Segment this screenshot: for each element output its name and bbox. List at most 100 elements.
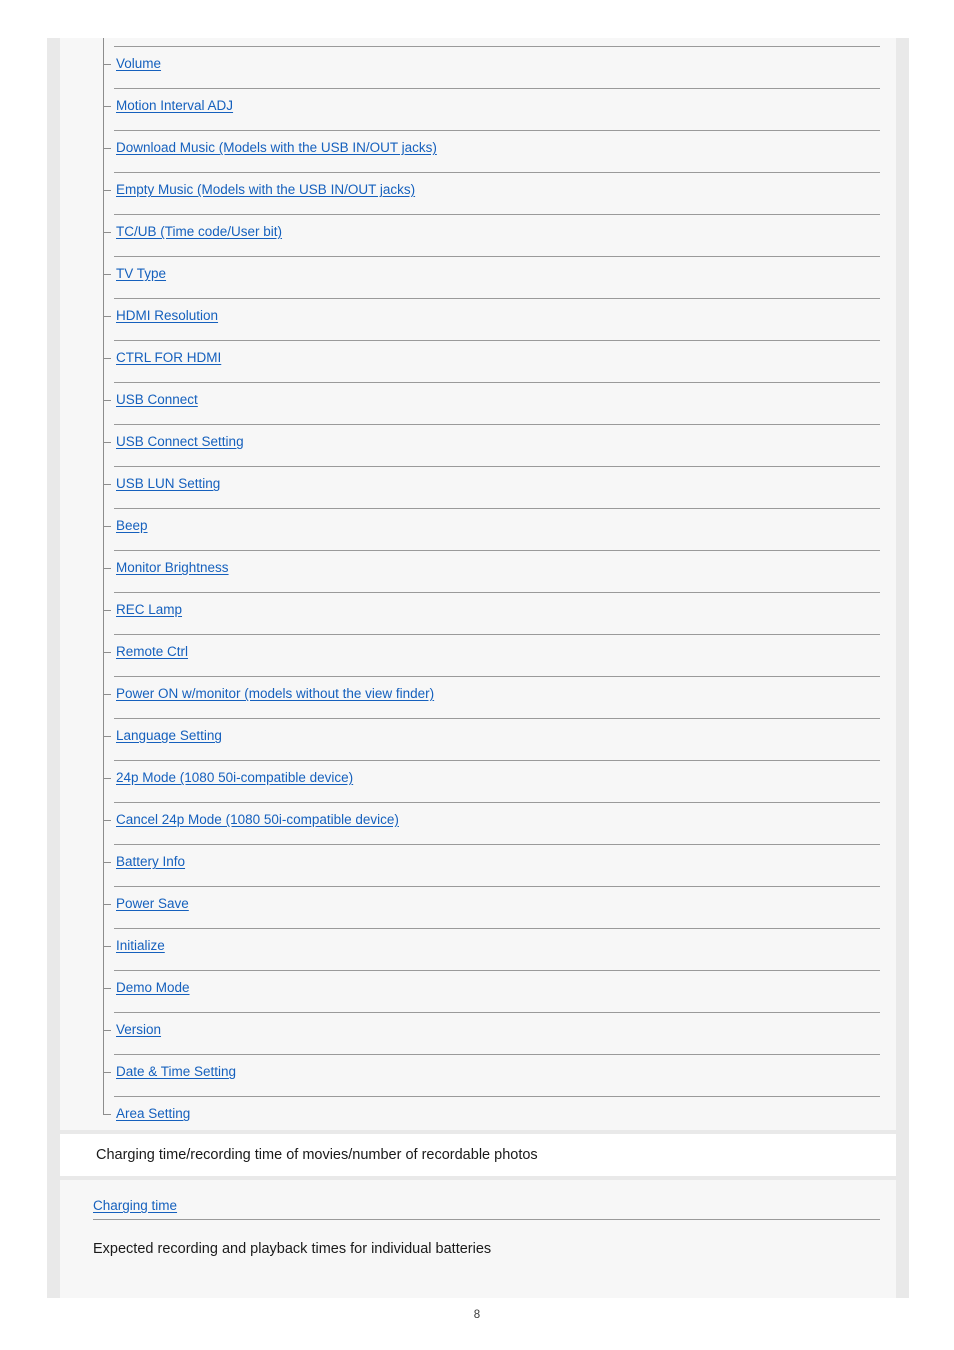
toc-item: USB LUN Setting (60, 458, 896, 500)
tree-branch-stub (103, 1072, 111, 1073)
section-note-row: Expected recording and playback times fo… (60, 1224, 896, 1268)
toc-link[interactable]: Power Save (116, 896, 189, 912)
toc-item-separator (114, 592, 880, 593)
toc-link[interactable]: Empty Music (Models with the USB IN/OUT … (116, 182, 415, 198)
tree-branch-stub (103, 442, 111, 443)
toc-item: Battery Info (60, 836, 896, 878)
section-sub-block: Charging time Expected recording and play… (60, 1180, 896, 1268)
toc-item-separator (114, 88, 880, 89)
toc-item-separator (114, 634, 880, 635)
toc-link[interactable]: Download Music (Models with the USB IN/O… (116, 140, 437, 156)
tree-branch-stub (103, 316, 111, 317)
toc-item: Cancel 24p Mode (1080 50i-compatible dev… (60, 794, 896, 836)
toc-item-separator (114, 844, 880, 845)
toc-item: Version (60, 1004, 896, 1046)
toc-link[interactable]: REC Lamp (116, 602, 182, 618)
toc-item-separator (114, 886, 880, 887)
toc-link[interactable]: CTRL FOR HDMI (116, 350, 221, 366)
toc-link[interactable]: HDMI Resolution (116, 308, 218, 324)
document-page: Volume Motion Interval ADJ Download Music … (0, 0, 954, 1350)
toc-item: 24p Mode (1080 50i-compatible device) (60, 752, 896, 794)
toc-link[interactable]: USB Connect Setting (116, 434, 244, 450)
tree-branch-stub (103, 64, 111, 65)
toc-link[interactable]: Remote Ctrl (116, 644, 188, 660)
toc-item-separator (114, 172, 880, 173)
toc-link[interactable]: Area Setting (116, 1106, 190, 1122)
toc-link[interactable]: TV Type (116, 266, 166, 282)
toc-link[interactable]: Monitor Brightness (116, 560, 229, 576)
toc-item-separator (114, 340, 880, 341)
tree-branch-stub (103, 820, 111, 821)
tree-branch-stub (103, 736, 111, 737)
toc-link[interactable]: Power ON w/monitor (models without the v… (116, 686, 434, 702)
toc-item-separator (114, 1012, 880, 1013)
toc-item: TV Type (60, 248, 896, 290)
toc-item: CTRL FOR HDMI (60, 332, 896, 374)
section-link-separator (93, 1219, 880, 1220)
toc-item-separator (114, 214, 880, 215)
tree-branch-stub (103, 148, 111, 149)
toc-item: Language Setting (60, 710, 896, 752)
tree-branch-stub (103, 694, 111, 695)
toc-link[interactable]: Beep (116, 518, 148, 534)
tree-branch-stub (103, 400, 111, 401)
toc-item: Initialize (60, 920, 896, 962)
tree-branch-stub (103, 190, 111, 191)
toc-item-separator (114, 550, 880, 551)
toc-link[interactable]: Version (116, 1022, 161, 1038)
toc-item-separator (114, 802, 880, 803)
section-heading-text: Charging time/recording time of movies/n… (96, 1147, 538, 1163)
tree-branch-stub (103, 568, 111, 569)
toc-item: USB Connect Setting (60, 416, 896, 458)
tree-branch-stub (103, 1030, 111, 1031)
toc-item-separator (114, 928, 880, 929)
toc-link[interactable]: Motion Interval ADJ (116, 98, 233, 114)
toc-item-separator (114, 760, 880, 761)
toc-link[interactable]: USB Connect (116, 392, 198, 408)
toc-item-separator (114, 676, 880, 677)
section-link[interactable]: Charging time (93, 1198, 177, 1214)
tree-branch-stub (103, 1114, 111, 1115)
content-panel: Volume Motion Interval ADJ Download Music … (60, 38, 896, 1298)
toc-link[interactable]: 24p Mode (1080 50i-compatible device) (116, 770, 353, 786)
toc-link[interactable]: Initialize (116, 938, 165, 954)
toc-item-separator (114, 382, 880, 383)
toc-item: Beep (60, 500, 896, 542)
toc-item: Monitor Brightness (60, 542, 896, 584)
tree-branch-stub (103, 946, 111, 947)
toc-item: Empty Music (Models with the USB IN/OUT … (60, 164, 896, 206)
section-note-text: Expected recording and playback times fo… (93, 1241, 492, 1257)
toc-item-separator (114, 298, 880, 299)
toc-tree: Volume Motion Interval ADJ Download Music … (60, 38, 896, 1130)
toc-item: HDMI Resolution (60, 290, 896, 332)
tree-branch-stub (103, 988, 111, 989)
section-link-row: Charging time (60, 1180, 896, 1224)
toc-link[interactable]: Volume (116, 56, 161, 72)
toc-item: Power Save (60, 878, 896, 920)
toc-item-separator (114, 256, 880, 257)
toc-link[interactable]: Battery Info (116, 854, 185, 870)
toc-link[interactable]: USB LUN Setting (116, 476, 220, 492)
tree-branch-stub (103, 652, 111, 653)
tree-branch-stub (103, 358, 111, 359)
tree-branch-stub (103, 106, 111, 107)
toc-item: Demo Mode (60, 962, 896, 1004)
toc-item: Download Music (Models with the USB IN/O… (60, 122, 896, 164)
toc-item-separator (114, 1054, 880, 1055)
section-heading: Charging time/recording time of movies/n… (60, 1134, 896, 1176)
page-number: 8 (473, 1309, 481, 1321)
toc-item-separator (114, 46, 880, 47)
toc-item-separator (114, 130, 880, 131)
toc-link[interactable]: TC/UB (Time code/User bit) (116, 224, 282, 240)
toc-link[interactable]: Cancel 24p Mode (1080 50i-compatible dev… (116, 812, 399, 828)
toc-link[interactable]: Date & Time Setting (116, 1064, 236, 1080)
toc-item: REC Lamp (60, 584, 896, 626)
toc-item: Motion Interval ADJ (60, 80, 896, 122)
toc-item-separator (114, 1096, 880, 1097)
tree-branch-stub (103, 526, 111, 527)
toc-item-separator (114, 508, 880, 509)
tree-branch-stub (103, 862, 111, 863)
toc-item: Remote Ctrl (60, 626, 896, 668)
toc-link[interactable]: Language Setting (116, 728, 222, 744)
toc-link[interactable]: Demo Mode (116, 980, 190, 996)
